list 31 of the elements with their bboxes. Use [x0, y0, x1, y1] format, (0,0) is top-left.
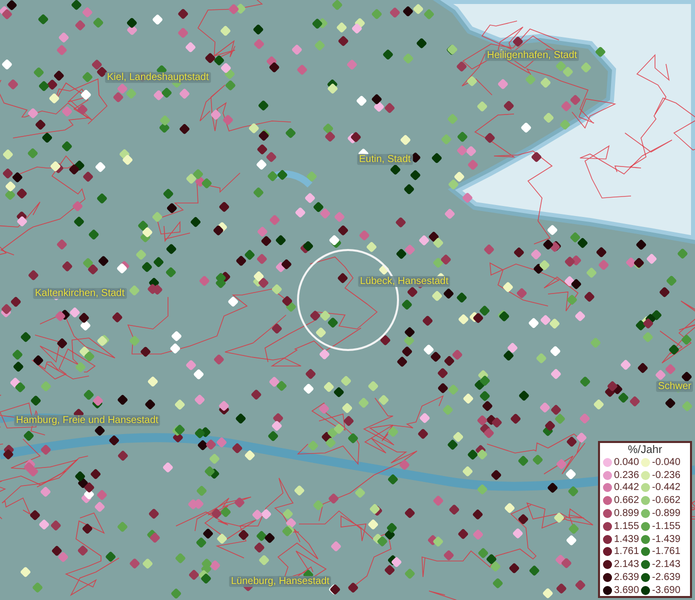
legend-value: 1.761: [614, 546, 640, 558]
place-label: Schwer: [656, 381, 694, 392]
legend-value: -1.761: [652, 546, 680, 558]
legend-value: -2.143: [652, 559, 680, 570]
legend-value: -0.899: [652, 508, 680, 520]
place-label: Heiligenhafen, Stadt: [485, 50, 580, 61]
legend-value: -0.442: [652, 482, 680, 494]
legend-value: 1.155: [614, 520, 640, 532]
legend-value: 1.439: [614, 534, 640, 545]
legend-value: -0.040: [652, 456, 680, 468]
legend-title: %/Jahr: [626, 444, 664, 456]
place-label: Kiel, Landeshauptstadt: [105, 72, 211, 83]
legend-value: 2.639: [614, 572, 640, 584]
legend-value: -0.662: [652, 495, 680, 506]
place-label: Lüneburg, Hansestadt: [229, 576, 332, 587]
place-label: Kaltenkirchen, Stadt: [33, 288, 126, 299]
legend-value: -2.639: [652, 572, 680, 584]
legend-value: 2.143: [614, 559, 640, 570]
legend-value: 0.899: [614, 508, 640, 520]
legend-value: -3.690: [652, 584, 680, 596]
legend-value: 0.040: [614, 456, 640, 468]
legend-value: -0.236: [652, 470, 680, 481]
place-label: Lübeck, Hansestadt: [358, 276, 450, 287]
legend-value: -1.155: [652, 520, 680, 532]
place-label: Eutin, Stadt: [357, 154, 413, 165]
legend-value: -1.439: [652, 534, 680, 545]
legend-value: 3.690: [614, 584, 640, 596]
legend-value: 0.442: [614, 482, 640, 494]
legend-value: 0.662: [614, 495, 640, 506]
place-label: Hamburg, Freie und Hansestadt: [14, 415, 160, 426]
legend-value: 0.236: [614, 470, 640, 481]
